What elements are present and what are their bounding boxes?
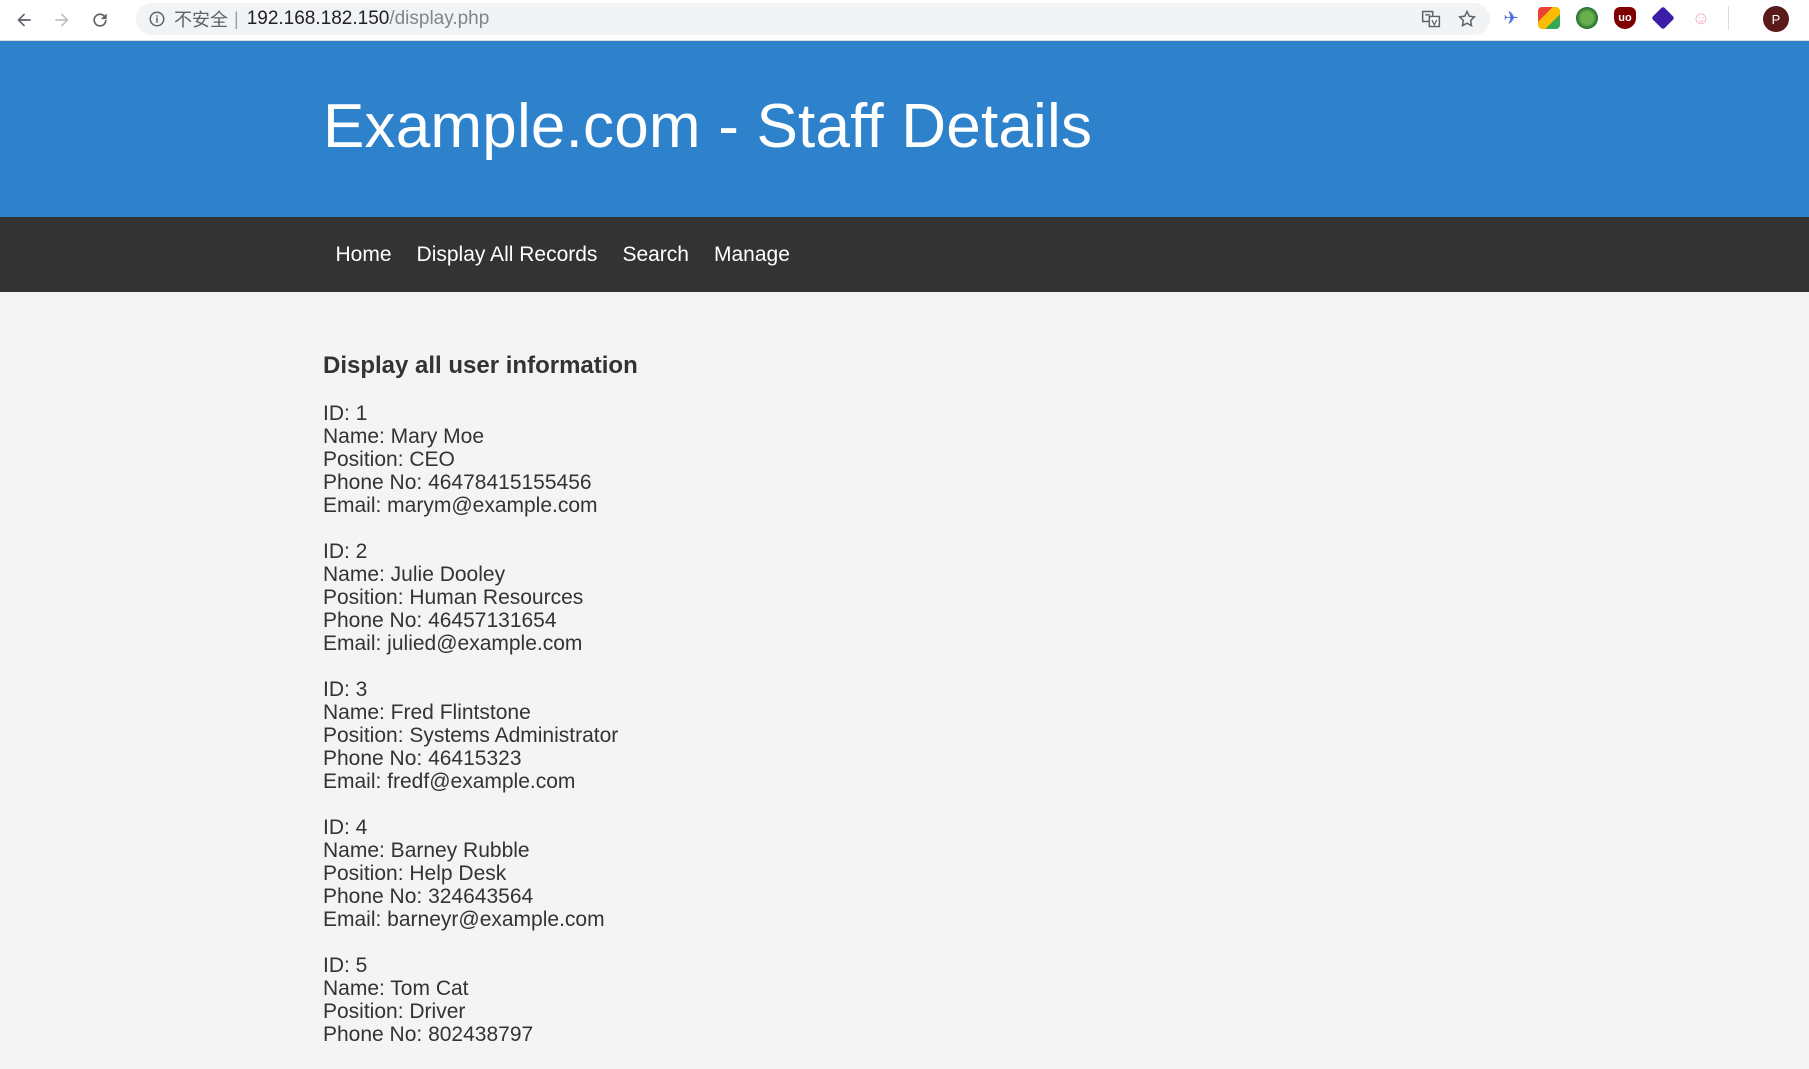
- record-id: ID: 3: [323, 678, 368, 701]
- reload-icon[interactable]: [86, 6, 114, 34]
- nav-home-link[interactable]: Home: [323, 243, 404, 267]
- record-email: Email: barneyr@example.com: [323, 908, 605, 931]
- info-icon[interactable]: [148, 10, 166, 28]
- record-position: Position: Systems Administrator: [323, 724, 619, 747]
- record-id: ID: 4: [323, 816, 368, 839]
- record-id: ID: 2: [323, 540, 368, 563]
- forward-arrow-icon[interactable]: [48, 6, 76, 34]
- extension-cat-icon[interactable]: ☺: [1690, 7, 1712, 29]
- record-email: Email: fredf@example.com: [323, 770, 576, 793]
- record-id: ID: 1: [323, 402, 368, 425]
- extension-globe-icon[interactable]: [1576, 7, 1598, 29]
- profile-avatar[interactable]: P: [1763, 6, 1789, 32]
- address-bar[interactable]: 不安全 | 192.168.182.150/display.php: [136, 3, 1490, 35]
- record-phone: Phone No: 46415323: [323, 747, 522, 770]
- staff-record: ID: 1 Name: Mary Moe Position: CEO Phone…: [323, 402, 1523, 517]
- section-heading: Display all user information: [323, 352, 638, 379]
- record-id: ID: 5: [323, 954, 368, 977]
- main-content: Display all user information ID: 1 Name:…: [323, 292, 1523, 1069]
- record-name: Name: Mary Moe: [323, 425, 485, 448]
- main-nav: Home Display All Records Search Manage: [0, 217, 1809, 292]
- record-position: Position: Driver: [323, 1000, 466, 1023]
- browser-toolbar: 不安全 | 192.168.182.150/display.php ✈ uo ☺…: [0, 0, 1809, 41]
- record-position: Position: Help Desk: [323, 862, 507, 885]
- extension-diamond-icon[interactable]: [1651, 6, 1675, 30]
- extension-colorful-icon[interactable]: [1538, 7, 1560, 29]
- record-name: Name: Julie Dooley: [323, 563, 506, 586]
- staff-record: ID: 5 Name: Tom Cat Position: Driver Pho…: [323, 954, 1523, 1046]
- record-position: Position: Human Resources: [323, 586, 584, 609]
- page-title: Example.com - Staff Details: [323, 92, 1093, 161]
- staff-record: ID: 4 Name: Barney Rubble Position: Help…: [323, 816, 1523, 931]
- translate-icon[interactable]: [1420, 8, 1442, 30]
- ublock-shield-icon[interactable]: uo: [1614, 7, 1636, 29]
- back-arrow-icon[interactable]: [10, 6, 38, 34]
- extensions-bar: ✈ uo ☺: [1500, 6, 1729, 30]
- nav-manage-link[interactable]: Manage: [701, 243, 802, 267]
- staff-record: ID: 3 Name: Fred Flintstone Position: Sy…: [323, 678, 1523, 793]
- record-position: Position: CEO: [323, 448, 455, 471]
- record-phone: Phone No: 802438797: [323, 1023, 534, 1046]
- bookmark-star-icon[interactable]: [1456, 8, 1478, 30]
- nav-search-link[interactable]: Search: [610, 243, 702, 267]
- record-phone: Phone No: 46478415155456: [323, 471, 592, 494]
- record-phone: Phone No: 46457131654: [323, 609, 557, 632]
- record-name: Name: Tom Cat: [323, 977, 469, 1000]
- security-label: 不安全: [174, 10, 228, 30]
- url-host: 192.168.182.150: [246, 8, 390, 29]
- toolbar-divider: [1728, 6, 1729, 30]
- record-phone: Phone No: 324643564: [323, 885, 534, 908]
- url-path: /display.php: [389, 8, 490, 29]
- record-name: Name: Fred Flintstone: [323, 701, 531, 724]
- record-email: Email: julied@example.com: [323, 632, 583, 655]
- url-separator: |: [234, 8, 239, 29]
- record-name: Name: Barney Rubble: [323, 839, 530, 862]
- nav-display-all-link[interactable]: Display All Records: [404, 243, 610, 267]
- extension-bird-icon[interactable]: ✈: [1500, 7, 1522, 29]
- record-email: Email: marym@example.com: [323, 494, 598, 517]
- staff-record: ID: 2 Name: Julie Dooley Position: Human…: [323, 540, 1523, 655]
- site-header: Example.com - Staff Details: [0, 41, 1809, 217]
